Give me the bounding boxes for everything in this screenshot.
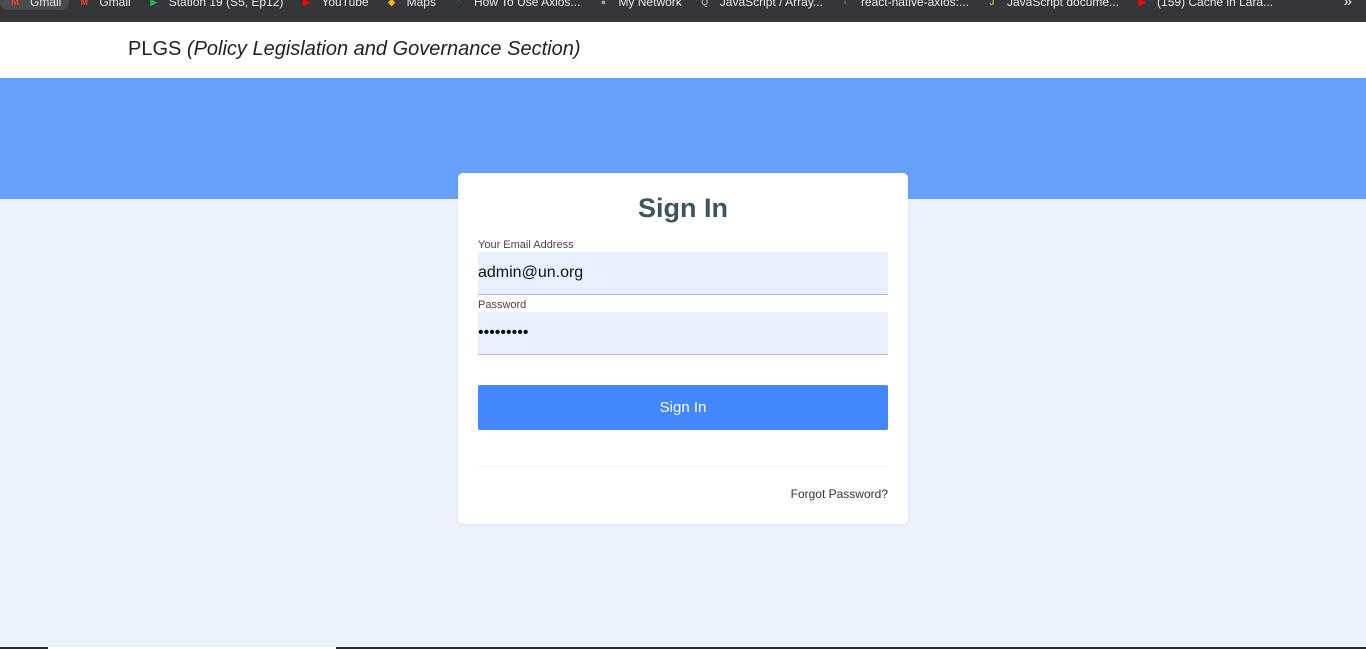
bookmark-label: Gmail bbox=[30, 0, 62, 9]
bookmark-label: react-native-axios:... bbox=[860, 0, 969, 9]
bookmark-item[interactable]: ◆ Maps bbox=[377, 0, 444, 10]
email-label: Your Email Address bbox=[478, 239, 574, 251]
bookmark-label: Maps bbox=[406, 0, 436, 9]
github-icon: ◐ bbox=[843, 0, 849, 7]
bookmark-label: How To Use Axios... bbox=[473, 0, 581, 9]
youtube-icon: ▶ bbox=[302, 0, 310, 7]
bookmark-item[interactable]: ▶ YouTube bbox=[291, 0, 376, 10]
site-header: PLGS (Policy Legislation and Governance … bbox=[0, 22, 1366, 78]
bookmark-label: YouTube bbox=[321, 0, 369, 9]
bookmark-item[interactable]: M Gmail bbox=[69, 0, 138, 10]
bookmarks-bar: M Gmail M Gmail ▶ Station 19 (S5, Ep12) ▶ YouTu… bbox=[0, 0, 1366, 22]
signin-button[interactable]: Sign In bbox=[478, 385, 888, 430]
bookmark-item[interactable]: ◌ How To Use Axios... bbox=[444, 0, 589, 10]
email-field[interactable] bbox=[478, 252, 888, 295]
bookmark-label: My Network bbox=[618, 0, 682, 9]
card-divider bbox=[478, 466, 888, 467]
bookmark-item[interactable]: ▶ (159) Cache in Lara... bbox=[1127, 0, 1281, 10]
brand-full-name: (Policy Legislation and Governance Secti… bbox=[186, 38, 581, 60]
bookmarks-overflow-chevron-icon[interactable]: » bbox=[1344, 0, 1352, 10]
youtube-icon: ▶ bbox=[1138, 0, 1146, 7]
bookmark-item[interactable]: ▶ Station 19 (S5, Ep12) bbox=[139, 0, 292, 10]
bookmark-item[interactable]: Q JavaScript / Array... bbox=[690, 0, 831, 10]
globe-icon: ● bbox=[600, 0, 607, 7]
play-icon: ▶ bbox=[150, 0, 158, 7]
bookmark-label: Station 19 (S5, Ep12) bbox=[168, 0, 284, 9]
bookmark-item[interactable]: M Gmail bbox=[0, 0, 70, 10]
bookmark-item[interactable]: ◐ react-native-axios:... bbox=[831, 0, 977, 10]
password-field[interactable] bbox=[478, 312, 888, 355]
signin-card: Sign In Your Email Address Password Sign… bbox=[458, 173, 908, 524]
gmail-icon: M bbox=[11, 0, 19, 7]
bookmark-item[interactable]: J JavaScript docume... bbox=[977, 0, 1127, 10]
brand-title[interactable]: PLGS (Policy Legislation and Governance … bbox=[128, 38, 580, 61]
maps-pin-icon: ◆ bbox=[388, 0, 396, 7]
brand-short: PLGS bbox=[128, 38, 182, 60]
js-doc-icon: J bbox=[989, 0, 995, 7]
axios-icon: ◌ bbox=[456, 0, 462, 7]
search-doc-icon: Q bbox=[701, 0, 709, 7]
gmail-icon: M bbox=[80, 0, 89, 7]
bookmark-item[interactable]: ● My Network bbox=[588, 0, 689, 10]
forgot-password-link[interactable]: Forgot Password? bbox=[791, 487, 888, 501]
signin-title: Sign In bbox=[638, 193, 728, 223]
bookmark-label: Gmail bbox=[99, 0, 131, 9]
bookmark-label: (159) Cache in Lara... bbox=[1157, 0, 1274, 9]
bookmark-label: JavaScript docume... bbox=[1006, 0, 1120, 9]
password-label: Password bbox=[478, 299, 527, 311]
bookmark-label: JavaScript / Array... bbox=[719, 0, 823, 9]
